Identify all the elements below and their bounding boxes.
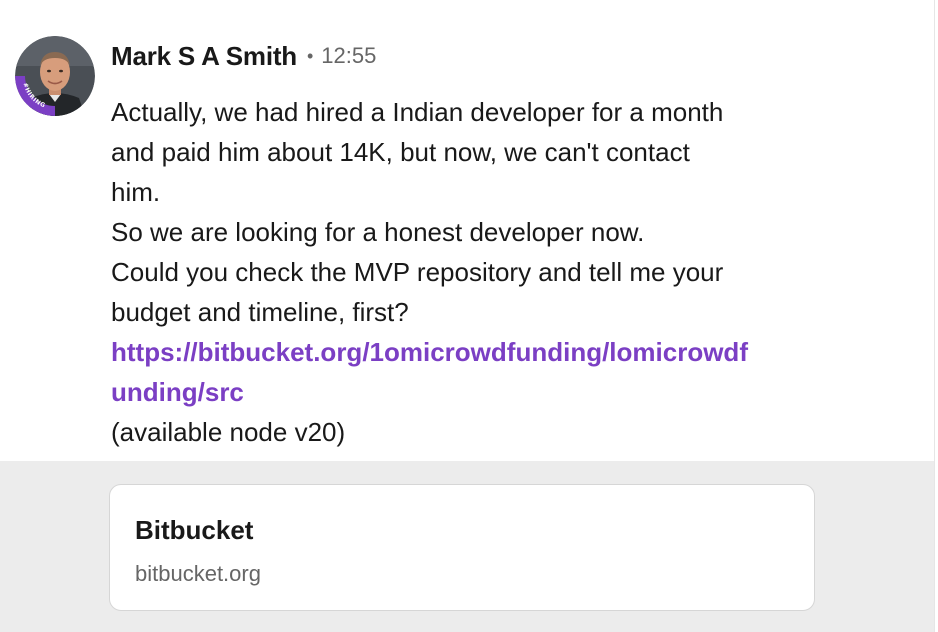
avatar[interactable]: #HIRING (15, 36, 95, 116)
link-preview-domain: bitbucket.org (135, 561, 261, 586)
link-preview-title: Bitbucket (135, 515, 254, 545)
message-line: him. (111, 177, 161, 207)
message-thread: #HIRING Mark S A Smith • 12:55 Actually,… (0, 0, 938, 632)
message-line: budget and timeline, first? (111, 297, 409, 327)
message-header: Mark S A Smith • 12:55 (111, 38, 376, 74)
avatar-photo: #HIRING (15, 36, 95, 116)
link-preview-area: Bitbucket bitbucket.org (0, 461, 934, 632)
message-timestamp: 12:55 (321, 43, 377, 68)
message-line: Actually, we had hired a Indian develope… (111, 97, 724, 127)
repository-link[interactable]: https://bitbucket.org/1omicrowdfunding/l… (111, 332, 821, 372)
repository-link-continued[interactable]: unding/src (111, 372, 821, 412)
message-footer-line: (available node v20) (111, 417, 346, 447)
message-line: So we are looking for a honest developer… (111, 217, 645, 247)
message-line: Could you check the MVP repository and t… (111, 257, 724, 287)
panel-divider (934, 0, 935, 632)
message-line: and paid him about 14K, but now, we can'… (111, 137, 690, 167)
link-preview-card[interactable]: Bitbucket bitbucket.org (109, 484, 815, 611)
message-body: Actually, we had hired a Indian develope… (111, 92, 821, 452)
separator-dot: • (306, 45, 314, 66)
sender-name[interactable]: Mark S A Smith (111, 41, 297, 72)
